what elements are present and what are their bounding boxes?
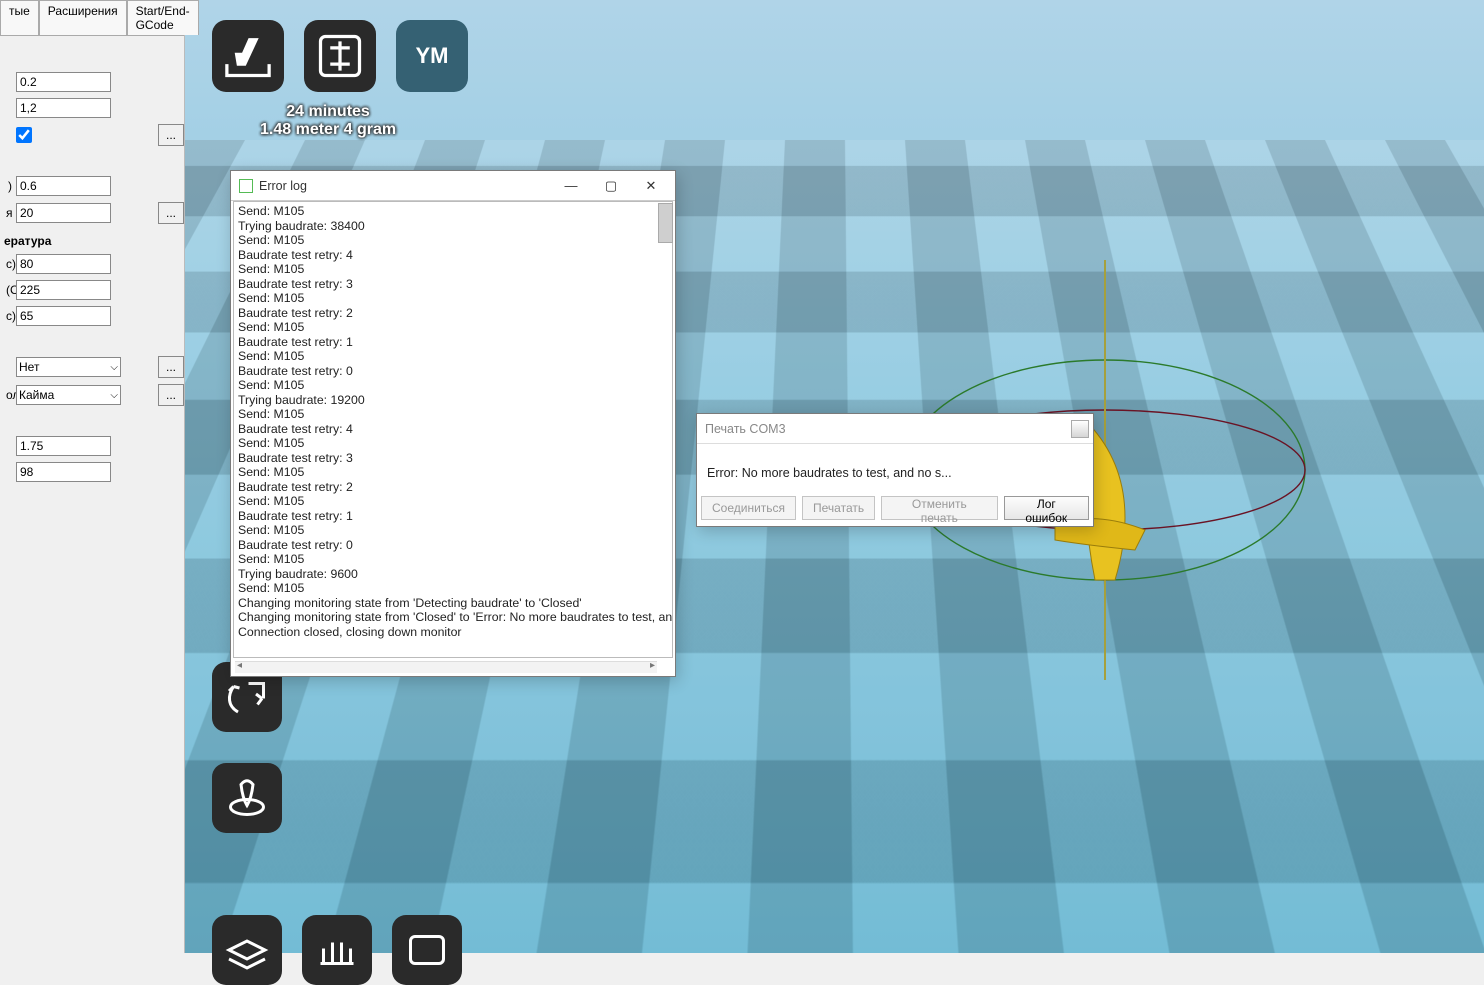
- log-line: Trying baudrate: 19200: [238, 393, 668, 408]
- ym-icon[interactable]: YM: [396, 20, 468, 92]
- more-button[interactable]: [392, 915, 462, 985]
- error-log-titlebar[interactable]: Error log — ▢ ✕: [231, 171, 675, 201]
- ym-label: YM: [416, 43, 449, 69]
- log-line: Send: M105: [238, 581, 668, 596]
- close-button[interactable]: ✕: [631, 172, 671, 200]
- log-line: Send: M105: [238, 291, 668, 306]
- error-log-body[interactable]: Send: M105Trying baudrate: 38400Send: M1…: [233, 201, 673, 658]
- cancel-print-button: Отменить печать: [881, 496, 997, 520]
- lbl-b: я: [6, 206, 12, 220]
- save-gcode-icon[interactable]: [212, 20, 284, 92]
- temp2-input[interactable]: [16, 280, 111, 300]
- connect-button: Соединиться: [701, 496, 796, 520]
- log-line: Baudrate test retry: 0: [238, 364, 668, 379]
- more-2-button[interactable]: ...: [158, 202, 184, 224]
- scrollbar-horizontal[interactable]: [235, 661, 657, 673]
- log-line: Baudrate test retry: 4: [238, 422, 668, 437]
- log-line: Send: M105: [238, 552, 668, 567]
- print-dialog[interactable]: Печать COM3 Error: No more baudrates to …: [696, 413, 1094, 527]
- log-line: Changing monitoring state from 'Closed' …: [238, 610, 668, 625]
- lbl-t2: (C): [6, 283, 12, 297]
- filament-diam-input[interactable]: [16, 436, 111, 456]
- log-line: Send: M105: [238, 262, 668, 277]
- tab-gcode[interactable]: Start/End-GCode: [127, 0, 199, 35]
- temp3-input[interactable]: [16, 306, 111, 326]
- log-line: Send: M105: [238, 320, 668, 335]
- log-line: Send: M105: [238, 436, 668, 451]
- print-estimate: 24 minutes 1.48 meter 4 gram: [260, 103, 396, 139]
- log-line: Baudrate test retry: 1: [238, 509, 668, 524]
- log-line: Send: M105: [238, 494, 668, 509]
- print-dialog-message: Error: No more baudrates to test, and no…: [697, 444, 1093, 484]
- log-lines: Send: M105Trying baudrate: 38400Send: M1…: [234, 202, 672, 641]
- flow-input[interactable]: [16, 462, 111, 482]
- share-icon[interactable]: [304, 20, 376, 92]
- log-line: Baudrate test retry: 1: [238, 335, 668, 350]
- support-dropdown[interactable]: Нет: [16, 357, 121, 377]
- lbl-t3: c): [6, 309, 12, 323]
- section-temperature: ература: [0, 234, 184, 248]
- print-dialog-close-button[interactable]: [1071, 420, 1089, 438]
- log-line: Send: M105: [238, 378, 668, 393]
- log-line: Baudrate test retry: 3: [238, 277, 668, 292]
- layers-button[interactable]: [212, 915, 282, 985]
- log-line: Baudrate test retry: 2: [238, 480, 668, 495]
- window-icon: [239, 179, 253, 193]
- log-line: Send: M105: [238, 465, 668, 480]
- estimate-material: 1.48 meter 4 gram: [260, 121, 396, 139]
- log-line: Baudrate test retry: 4: [238, 248, 668, 263]
- bottom-toolbar: [212, 915, 462, 985]
- log-line: Send: M105: [238, 523, 668, 538]
- lbl-t1: c): [6, 257, 12, 271]
- estimate-time: 24 minutes: [260, 103, 396, 121]
- view-mode-button[interactable]: [212, 763, 282, 833]
- val-b-input[interactable]: [16, 203, 111, 223]
- lbl-adh: олу: [6, 388, 12, 402]
- print-dialog-titlebar[interactable]: Печать COM3: [697, 414, 1093, 444]
- log-line: Send: M105: [238, 233, 668, 248]
- option-checkbox[interactable]: [16, 127, 32, 143]
- scrollbar-vertical[interactable]: [658, 203, 673, 243]
- error-log-title: Error log: [259, 179, 307, 193]
- shell-input[interactable]: [16, 98, 111, 118]
- more-3-button[interactable]: ...: [158, 356, 184, 378]
- log-line: Send: M105: [238, 407, 668, 422]
- adhesion-dropdown[interactable]: Кайма: [16, 385, 121, 405]
- log-line: Baudrate test retry: 2: [238, 306, 668, 321]
- log-line: Trying baudrate: 38400: [238, 219, 668, 234]
- support-button[interactable]: [302, 915, 372, 985]
- more-4-button[interactable]: ...: [158, 384, 184, 406]
- print-button: Печатать: [802, 496, 875, 520]
- maximize-button[interactable]: ▢: [591, 172, 631, 200]
- settings-panel: тые Расширения Start/End-GCode ... ) я .…: [0, 0, 185, 953]
- lbl-a: ): [6, 179, 12, 193]
- tab-extensions[interactable]: Расширения: [39, 0, 127, 35]
- temp1-input[interactable]: [16, 254, 111, 274]
- log-line: Baudrate test retry: 0: [238, 538, 668, 553]
- layer-height-input[interactable]: [16, 72, 111, 92]
- log-line: Connection closed, closing down monitor: [238, 625, 668, 640]
- tab-1[interactable]: тые: [0, 0, 39, 35]
- log-line: Trying baudrate: 9600: [238, 567, 668, 582]
- error-log-button[interactable]: Лог ошибок: [1004, 496, 1089, 520]
- print-dialog-title: Печать COM3: [705, 422, 786, 436]
- more-1-button[interactable]: ...: [158, 124, 184, 146]
- log-line: Changing monitoring state from 'Detectin…: [238, 596, 668, 611]
- val-a-input[interactable]: [16, 176, 111, 196]
- log-line: Send: M105: [238, 349, 668, 364]
- log-line: Send: M105: [238, 204, 668, 219]
- log-line: Baudrate test retry: 3: [238, 451, 668, 466]
- error-log-window[interactable]: Error log — ▢ ✕ Send: M105Trying baudrat…: [230, 170, 676, 677]
- minimize-button[interactable]: —: [551, 172, 591, 200]
